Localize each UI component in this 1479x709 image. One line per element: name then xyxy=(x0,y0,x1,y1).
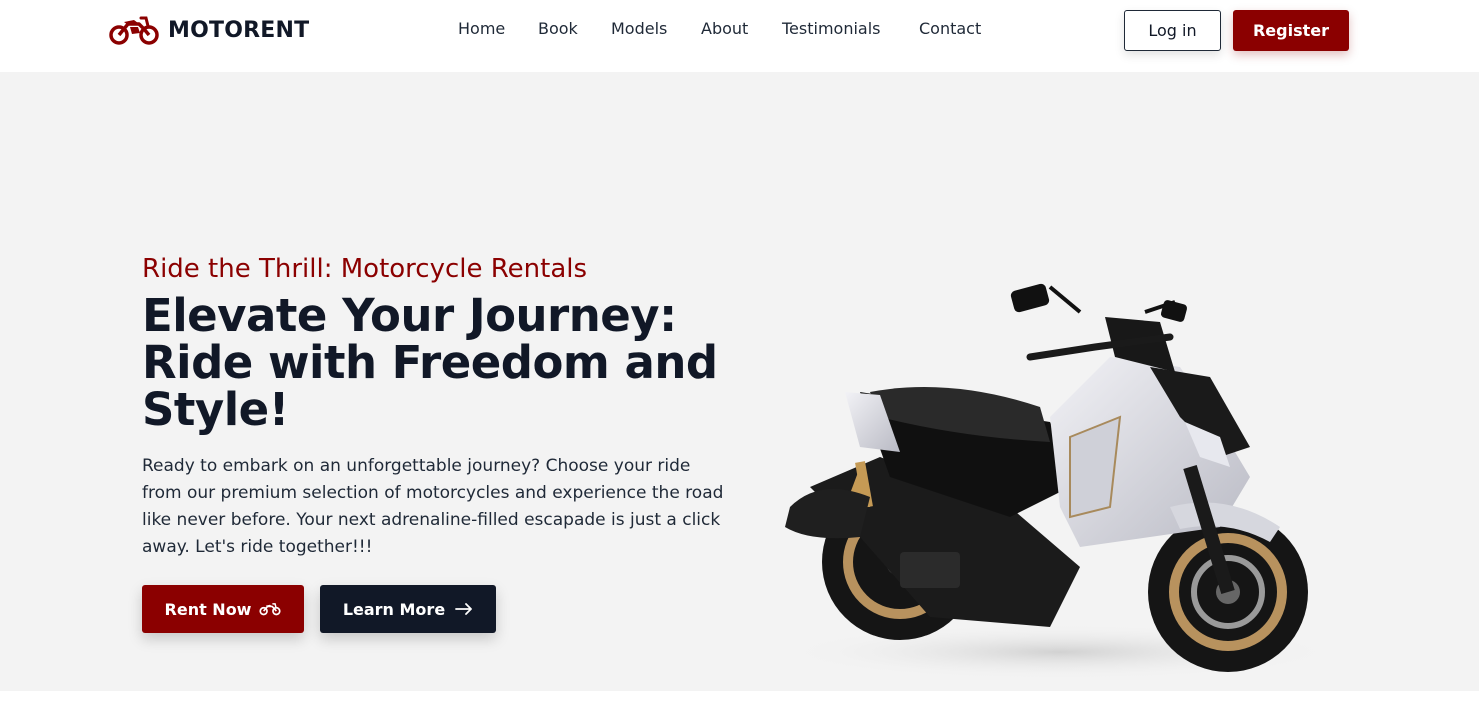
hero-headline: Elevate Your Journey: Ride with Freedom … xyxy=(142,292,762,433)
login-button[interactable]: Log in xyxy=(1124,10,1221,51)
hero-headline-line-1: Elevate Your Journey: xyxy=(142,289,677,342)
learn-more-button[interactable]: Learn More xyxy=(320,585,496,633)
hero-eyebrow: Ride the Thrill: Motorcycle Rentals xyxy=(142,254,588,284)
hero-headline-line-3: Style! xyxy=(142,383,289,436)
nav-link-book[interactable]: Book xyxy=(538,19,578,38)
register-button[interactable]: Register xyxy=(1233,10,1349,51)
rent-now-button[interactable]: Rent Now xyxy=(142,585,304,633)
navbar: MOTORENT Home Book Models About Testimon… xyxy=(0,0,1479,72)
hero-headline-line-2: Ride with Freedom and xyxy=(142,336,718,389)
scooter-image xyxy=(780,283,1340,680)
learn-more-label: Learn More xyxy=(342,599,446,619)
nav-link-testimonials[interactable]: Testimonials xyxy=(782,19,881,38)
hero-description: Ready to embark on an unforgettable jour… xyxy=(142,456,724,557)
hero-section: Ride the Thrill: Motorcycle Rentals Elev… xyxy=(0,72,1479,691)
motorcycle-icon xyxy=(259,603,282,616)
rent-now-label: Rent Now xyxy=(164,599,252,619)
nav-link-models[interactable]: Models xyxy=(611,19,667,38)
arrow-right-icon xyxy=(455,603,473,615)
nav-link-contact[interactable]: Contact xyxy=(919,19,981,38)
nav-link-home[interactable]: Home xyxy=(458,19,505,38)
nav-link-about[interactable]: About xyxy=(701,19,748,38)
